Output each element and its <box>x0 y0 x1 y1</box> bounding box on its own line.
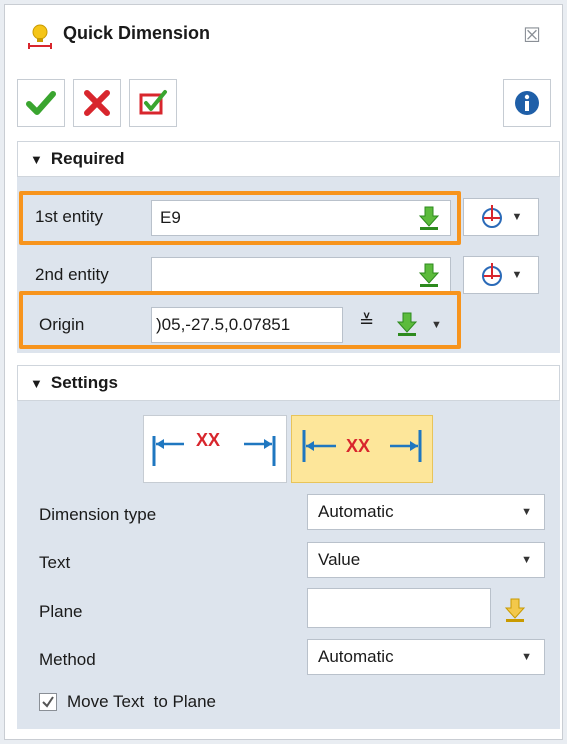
dropdown-arrow-icon: ▼ <box>511 269 523 281</box>
second-entity-filter-button[interactable]: ▼ <box>463 256 539 294</box>
dimension-type-label: Dimension type <box>39 505 157 524</box>
move-text-checkbox[interactable] <box>39 693 57 711</box>
required-header-label: Required <box>50 149 125 168</box>
apply-checkbox-icon <box>139 90 167 115</box>
text-select[interactable]: Value ▼ <box>307 542 545 578</box>
dropdown-arrow-icon: ▼ <box>521 651 532 663</box>
plane-pick-icon[interactable] <box>503 597 529 623</box>
collapse-triangle-icon: ▼ <box>30 375 43 391</box>
first-entity-highlight <box>19 191 461 245</box>
title-bar: Quick Dimension ☒ <box>5 5 562 65</box>
text-value: Value <box>318 550 361 569</box>
first-entity-filter-button[interactable]: ▼ <box>463 198 539 236</box>
dropdown-arrow-icon: ▼ <box>521 506 532 518</box>
dimension-type-select[interactable]: Automatic ▼ <box>307 494 545 530</box>
style-button-selected[interactable]: XX <box>291 415 433 483</box>
collapse-triangle-icon: ▼ <box>30 151 43 167</box>
apply-button[interactable] <box>129 79 177 127</box>
close-icon[interactable]: ☒ <box>523 23 541 48</box>
panel-title: Quick Dimension <box>63 23 211 43</box>
method-value: Automatic <box>318 647 394 666</box>
dropdown-arrow-icon: ▼ <box>511 211 523 223</box>
origin-highlight <box>19 291 461 349</box>
method-select[interactable]: Automatic ▼ <box>307 639 545 675</box>
pick-point-icon <box>481 263 502 286</box>
pick-point-icon <box>481 205 502 228</box>
check-icon <box>42 696 54 708</box>
info-button[interactable] <box>503 79 551 127</box>
style-text-right: XX <box>346 436 371 456</box>
settings-section-header[interactable]: ▼ Settings <box>17 365 560 401</box>
move-text-label: Move Text to Plane <box>67 692 216 711</box>
ok-button[interactable] <box>17 79 65 127</box>
info-icon <box>515 91 539 115</box>
checkmark-icon <box>26 91 56 115</box>
style-text-left: XX <box>196 430 221 450</box>
style-button-unselected[interactable]: XX <box>143 415 287 483</box>
cancel-button[interactable] <box>73 79 121 127</box>
settings-header-label: Settings <box>50 373 118 392</box>
plane-label: Plane <box>39 602 83 621</box>
required-section-header[interactable]: ▼ Required <box>17 141 560 177</box>
dropdown-arrow-icon: ▼ <box>521 554 532 566</box>
second-entity-input[interactable] <box>151 257 451 293</box>
quick-dimension-panel: Quick Dimension ☒ ▼ Required 1st entity … <box>4 4 563 740</box>
second-entity-label: 2nd entity <box>35 265 109 284</box>
second-entity-pick-icon[interactable] <box>417 262 443 288</box>
method-label: Method <box>39 650 96 669</box>
dimension-type-value: Automatic <box>318 502 394 521</box>
plane-input[interactable] <box>307 588 491 628</box>
dimension-app-icon <box>27 23 53 49</box>
text-label: Text <box>39 553 71 572</box>
x-icon <box>84 90 110 116</box>
